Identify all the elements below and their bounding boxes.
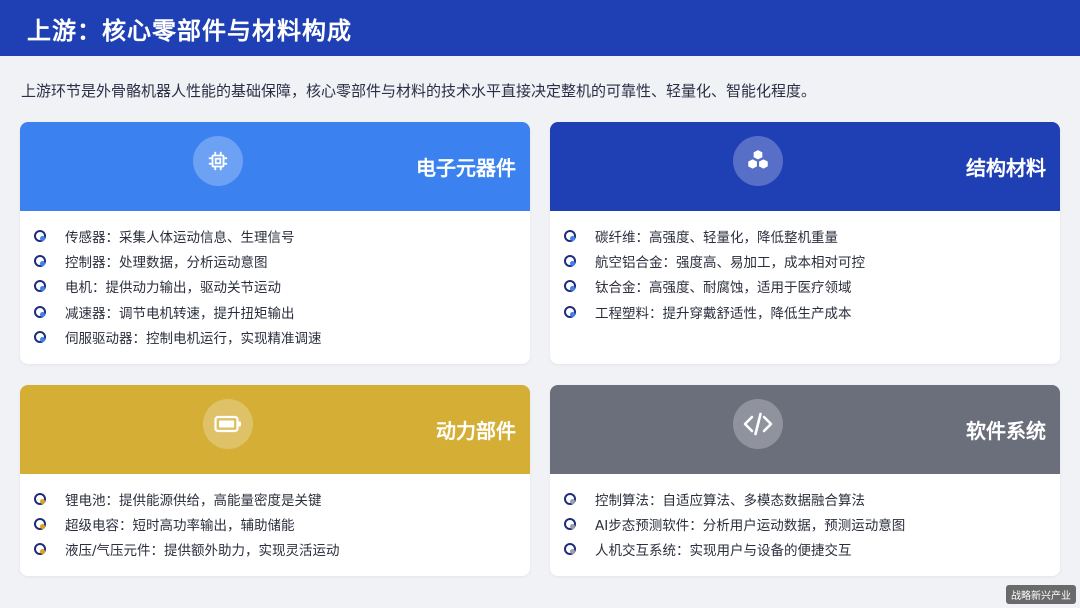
list-item: 伺服驱动器：控制电机运行，实现精准调速 bbox=[34, 324, 530, 349]
card-header: 电子元器件 bbox=[20, 122, 530, 211]
list-item: AI步态预测软件：分析用户运动数据，预测运动意图 bbox=[564, 511, 1060, 536]
card-software: 软件系统 控制算法：自适应算法、多模态数据融合算法 AI步态预测软件：分析用户运… bbox=[550, 385, 1060, 576]
card-header: 软件系统 bbox=[550, 385, 1060, 474]
watermark-badge: 战略新兴产业 bbox=[1006, 585, 1076, 604]
item-text: 超级电容：短时高功率输出，辅助储能 bbox=[65, 517, 295, 534]
card-electronics: 电子元器件 传感器：采集人体运动信息、生理信号 控制器：处理数据，分析运动意图 … bbox=[20, 122, 530, 364]
list-item: 工程塑料：提升穿戴舒适性，降低生产成本 bbox=[564, 299, 1060, 324]
list-item: 钛合金：高强度、耐腐蚀，适用于医疗领域 bbox=[564, 274, 1060, 299]
item-text: 钛合金：高强度、耐腐蚀，适用于医疗领域 bbox=[595, 280, 852, 297]
item-text: 传感器：采集人体运动信息、生理信号 bbox=[65, 229, 295, 246]
bullet-icon bbox=[34, 543, 46, 556]
list-item: 人机交互系统：实现用户与设备的便捷交互 bbox=[564, 537, 1060, 562]
card-title: 动力部件 bbox=[436, 419, 516, 443]
bullet-icon bbox=[34, 229, 46, 242]
card-list: 控制算法：自适应算法、多模态数据融合算法 AI步态预测软件：分析用户运动数据，预… bbox=[550, 474, 1060, 562]
bullet-icon bbox=[564, 492, 576, 505]
list-item: 锂电池：提供能源供给，高能量密度是关键 bbox=[34, 486, 530, 511]
header-bar: 上游：核心零部件与材料构成 bbox=[0, 0, 1080, 56]
bullet-icon bbox=[34, 254, 46, 267]
cubes-icon bbox=[733, 136, 783, 186]
bullet-icon bbox=[564, 254, 576, 267]
item-text: 控制器：处理数据，分析运动意图 bbox=[65, 254, 268, 271]
card-title: 电子元器件 bbox=[416, 156, 516, 180]
card-materials: 结构材料 碳纤维：高强度、轻量化，降低整机重量 航空铝合金：强度高、易加工，成本… bbox=[550, 122, 1060, 364]
list-item: 传感器：采集人体运动信息、生理信号 bbox=[34, 223, 530, 248]
bullet-icon bbox=[34, 492, 46, 505]
item-text: 液压/气压元件：提供额外助力，实现灵活运动 bbox=[65, 543, 340, 560]
item-text: 锂电池：提供能源供给，高能量密度是关键 bbox=[65, 492, 322, 509]
list-item: 航空铝合金：强度高、易加工，成本相对可控 bbox=[564, 248, 1060, 273]
card-header: 动力部件 bbox=[20, 385, 530, 474]
card-title: 软件系统 bbox=[966, 419, 1046, 443]
list-item: 电机：提供动力输出，驱动关节运动 bbox=[34, 274, 530, 299]
bullet-icon bbox=[34, 517, 46, 530]
list-item: 液压/气压元件：提供额外助力，实现灵活运动 bbox=[34, 537, 530, 562]
bullet-icon bbox=[34, 280, 46, 293]
bullet-icon bbox=[564, 517, 576, 530]
list-item: 碳纤维：高强度、轻量化，降低整机重量 bbox=[564, 223, 1060, 248]
bullet-icon bbox=[564, 280, 576, 293]
item-text: 工程塑料：提升穿戴舒适性，降低生产成本 bbox=[595, 305, 852, 322]
item-text: 控制算法：自适应算法、多模态数据融合算法 bbox=[595, 492, 865, 509]
bullet-icon bbox=[34, 330, 46, 343]
intro-text: 上游环节是外骨骼机器人性能的基础保障，核心零部件与材料的技术水平直接决定整机的可… bbox=[21, 82, 817, 100]
list-item: 控制器：处理数据，分析运动意图 bbox=[34, 248, 530, 273]
code-icon bbox=[733, 399, 783, 449]
item-text: 碳纤维：高强度、轻量化，降低整机重量 bbox=[595, 229, 838, 246]
item-text: 电机：提供动力输出，驱动关节运动 bbox=[65, 280, 281, 297]
item-text: 伺服驱动器：控制电机运行，实现精准调速 bbox=[65, 330, 322, 347]
item-text: AI步态预测软件：分析用户运动数据，预测运动意图 bbox=[595, 517, 906, 534]
list-item: 超级电容：短时高功率输出，辅助储能 bbox=[34, 511, 530, 536]
item-text: 减速器：调节电机转速，提升扭矩输出 bbox=[65, 305, 295, 322]
item-text: 航空铝合金：强度高、易加工，成本相对可控 bbox=[595, 254, 865, 271]
card-power: 动力部件 锂电池：提供能源供给，高能量密度是关键 超级电容：短时高功率输出，辅助… bbox=[20, 385, 530, 576]
bullet-icon bbox=[34, 305, 46, 318]
bullet-icon bbox=[564, 229, 576, 242]
card-title: 结构材料 bbox=[966, 156, 1046, 180]
list-item: 控制算法：自适应算法、多模态数据融合算法 bbox=[564, 486, 1060, 511]
item-text: 人机交互系统：实现用户与设备的便捷交互 bbox=[595, 543, 852, 560]
card-list: 锂电池：提供能源供给，高能量密度是关键 超级电容：短时高功率输出，辅助储能 液压… bbox=[20, 474, 530, 562]
card-header: 结构材料 bbox=[550, 122, 1060, 211]
page-title: 上游：核心零部件与材料构成 bbox=[27, 16, 352, 45]
card-list: 碳纤维：高强度、轻量化，降低整机重量 航空铝合金：强度高、易加工，成本相对可控 … bbox=[550, 211, 1060, 324]
list-item: 减速器：调节电机转速，提升扭矩输出 bbox=[34, 299, 530, 324]
bullet-icon bbox=[564, 305, 576, 318]
battery-icon bbox=[203, 399, 253, 449]
card-list: 传感器：采集人体运动信息、生理信号 控制器：处理数据，分析运动意图 电机：提供动… bbox=[20, 211, 530, 349]
chip-icon bbox=[193, 136, 243, 186]
bullet-icon bbox=[564, 543, 576, 556]
